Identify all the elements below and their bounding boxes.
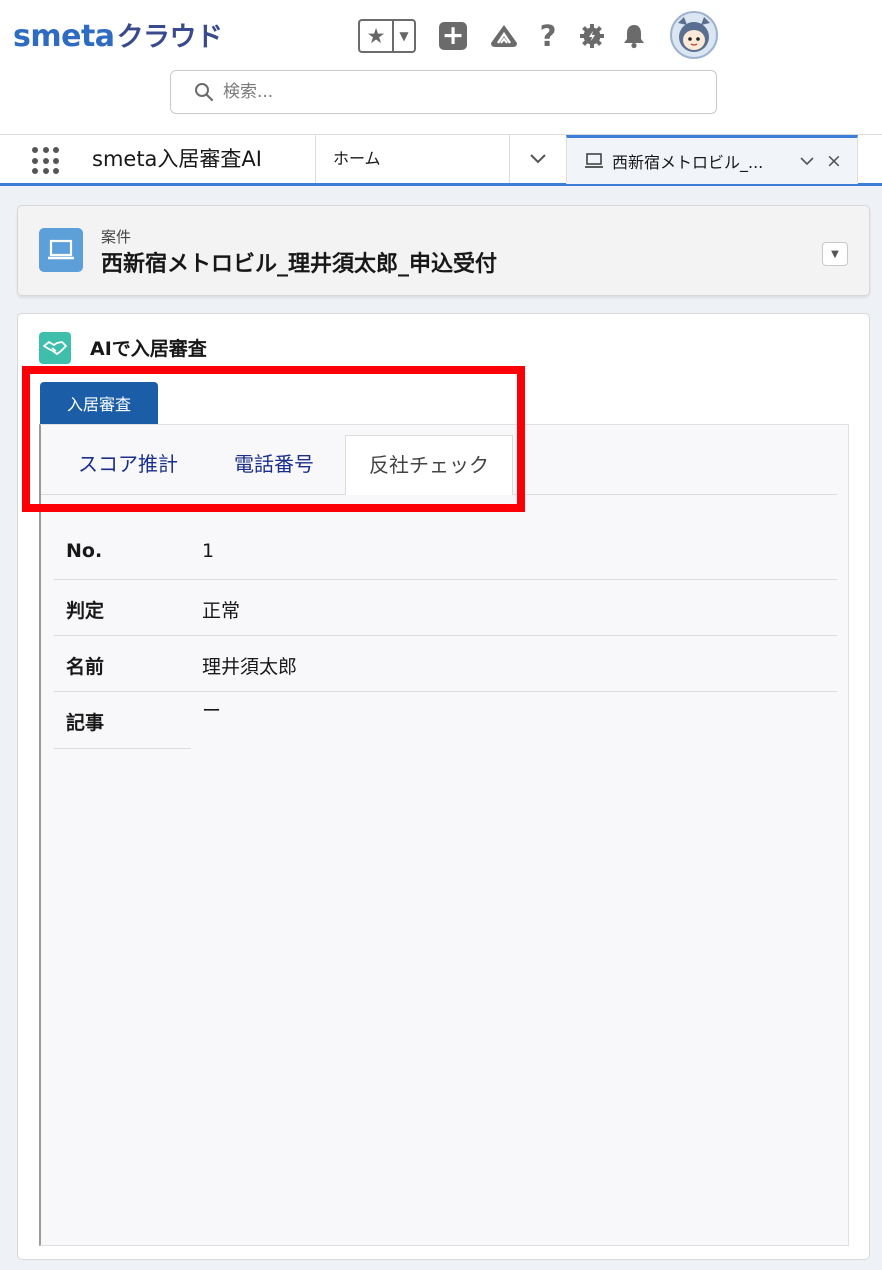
nav-tab-record[interactable]: 西新宿メトロビル_... × [566, 135, 858, 184]
help-icon[interactable]: ? [534, 19, 562, 53]
record-title: 西新宿メトロビル_理井須太郎_申込受付 [101, 252, 498, 277]
detail-value: 理井須太郎 [202, 656, 298, 678]
favorites-button-group: ★ ▼ [358, 19, 416, 53]
nav-tab-label: 西新宿メトロビル_... [612, 153, 764, 172]
nav-bar: smeta入居審査AI ホーム 西新宿メトロビル_... × [0, 134, 882, 186]
search-box[interactable] [170, 70, 717, 114]
tab-phone-number[interactable]: 電話番号 [234, 435, 314, 493]
detail-value: 1 [202, 540, 215, 562]
plus-icon[interactable]: + [438, 19, 468, 53]
chevron-down-icon [530, 154, 546, 164]
logo[interactable]: smetaクラウド [13, 17, 223, 58]
inner-tab-bar: スコア推計 電話番号 反社チェック [41, 425, 837, 495]
detail-row-article: 記事 ー [54, 692, 221, 749]
record-header: 案件 西新宿メトロビル_理井須太郎_申込受付 ▼ [17, 205, 870, 296]
detail-label: 記事 [66, 712, 105, 734]
global-header: smetaクラウド ★ ▼ + ? [0, 0, 882, 134]
detail-label: 名前 [66, 656, 105, 678]
logo-main-text: smeta [13, 19, 115, 54]
search-icon [193, 81, 215, 103]
tab-score-estimate[interactable]: スコア推計 [78, 435, 178, 493]
detail-row-judgement: 判定 正常 [54, 580, 837, 636]
app-name: smeta入居審査AI [92, 147, 262, 171]
tab-tenant-screening[interactable]: 入居審査 [40, 382, 158, 424]
tab-panel: スコア推計 電話番号 反社チェック No. 1 判定 正常 名前 理井須太郎 記… [39, 424, 849, 1246]
bell-icon[interactable] [620, 19, 648, 53]
close-icon[interactable]: × [826, 150, 842, 172]
detail-row-name: 名前 理井須太郎 [54, 636, 837, 692]
star-icon[interactable]: ★ [360, 21, 394, 51]
chevron-down-icon[interactable]: ▼ [394, 21, 414, 51]
record-type-label: 案件 [101, 228, 132, 246]
ai-screening-card: AIで入居審査 入居審査 スコア推計 電話番号 反社チェック No. 1 判定 … [17, 313, 870, 1260]
app-launcher-icon[interactable] [30, 145, 62, 177]
trailhead-icon[interactable] [488, 19, 520, 53]
detail-row-no: No. 1 [54, 524, 837, 580]
handshake-icon [39, 332, 71, 364]
logo-sub-text: クラウド [116, 22, 224, 53]
chevron-down-icon[interactable] [800, 156, 816, 166]
avatar[interactable] [670, 11, 718, 59]
detail-label: 判定 [66, 600, 105, 622]
search-input[interactable] [223, 82, 663, 102]
detail-value: ー [202, 700, 222, 722]
tab-antisocial-check[interactable]: 反社チェック [345, 435, 513, 495]
card-title: AIで入居審査 [90, 338, 207, 360]
nav-item-home[interactable]: ホーム [315, 135, 510, 183]
record-actions-dropdown[interactable]: ▼ [822, 242, 848, 266]
nav-more-button[interactable] [510, 135, 566, 183]
laptop-icon [39, 228, 83, 272]
laptop-icon [584, 151, 604, 171]
detail-value: 正常 [202, 600, 241, 622]
detail-label: No. [66, 540, 103, 562]
gear-icon[interactable] [578, 19, 606, 53]
